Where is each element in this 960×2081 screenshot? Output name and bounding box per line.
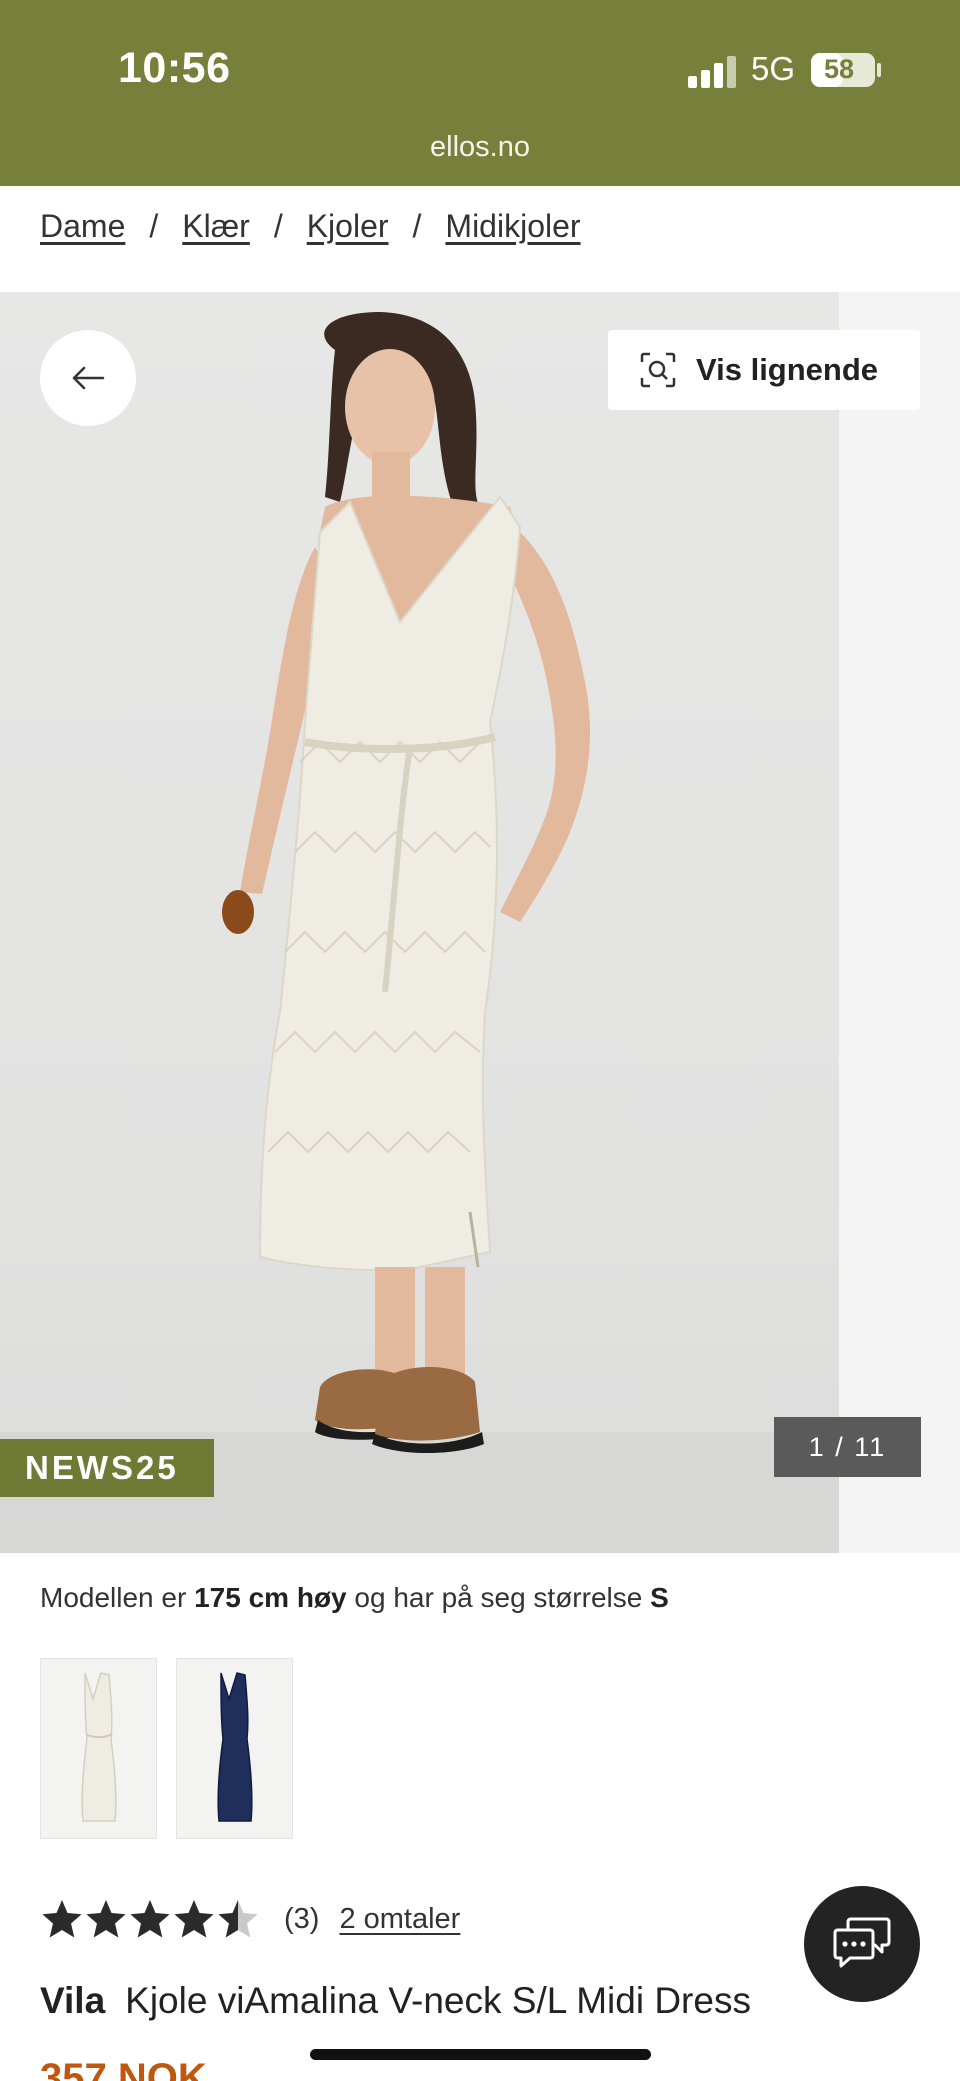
breadcrumb-midikjoler[interactable]: Midikjoler [445,208,580,245]
review-count: (3) [284,1902,320,1935]
color-option-offwhite[interactable] [40,1658,157,1839]
model-illustration [222,312,590,1453]
rating-star-icon [130,1900,170,1938]
product-price: 357 NOK [40,2056,207,2081]
rating-star-icon [86,1900,126,1938]
visual-search-icon [640,352,676,388]
model-height: 175 cm høy [194,1582,347,1613]
dress-thumbnail-offwhite [81,1672,117,1822]
show-similar-button[interactable]: Vis lignende [608,330,920,410]
product-rating[interactable]: (3) 2 omtaler [40,1898,460,1940]
product-image-gallery[interactable]: Vis lignende NEWS25 1 / 11 [0,292,960,1553]
show-similar-label: Vis lignende [696,352,879,387]
reviews-link[interactable]: 2 omtaler [339,1903,460,1936]
battery-icon: 58 [811,53,875,87]
model-info-prefix: Modellen er [40,1582,187,1613]
arrow-left-icon [72,366,105,390]
chat-button[interactable] [804,1886,920,2002]
breadcrumb-kjoler[interactable]: Kjoler [307,208,389,245]
url-bar[interactable]: ellos.no [0,131,960,164]
breadcrumb: Dame / Klær / Kjoler / Midikjoler [40,208,581,245]
breadcrumb-separator: / [149,208,159,244]
chat-icon [833,1917,891,1968]
breadcrumb-klaer[interactable]: Klær [182,208,250,245]
product-title: Vila Kjole viAmalina V-neck S/L Midi Dres… [40,1980,751,2022]
home-indicator[interactable] [310,2049,651,2060]
campaign-badge: NEWS25 [0,1439,214,1497]
battery-tip [877,63,881,77]
signal-icon [688,56,738,88]
dress-thumbnail-navy [217,1672,253,1822]
battery-level: 58 [823,54,855,84]
back-button[interactable] [40,330,136,426]
model-info: Modellen er 175 cm høy og har på seg stø… [40,1582,669,1614]
product-brand[interactable]: Vila [40,1980,105,2021]
rating-star-icon [174,1900,214,1938]
rating-star-icon [218,1900,258,1938]
rating-stars [40,1898,260,1940]
image-counter: 1 / 11 [774,1417,921,1477]
breadcrumb-separator: / [273,208,283,244]
model-size: S [650,1582,669,1613]
color-option-navy[interactable] [176,1658,293,1839]
network-type: 5G [751,50,796,87]
rating-star-icon [42,1900,82,1938]
browser-top-bar: 10:56 5G 58 ellos.no [0,0,960,186]
product-name: Kjole viAmalina V-neck S/L Midi Dress [125,1980,751,2021]
breadcrumb-separator: / [412,208,422,244]
product-photo[interactable] [0,292,839,1553]
status-time: 10:56 [118,44,231,92]
model-info-middle: og har på seg størrelse [354,1582,643,1613]
breadcrumb-dame[interactable]: Dame [40,208,125,245]
